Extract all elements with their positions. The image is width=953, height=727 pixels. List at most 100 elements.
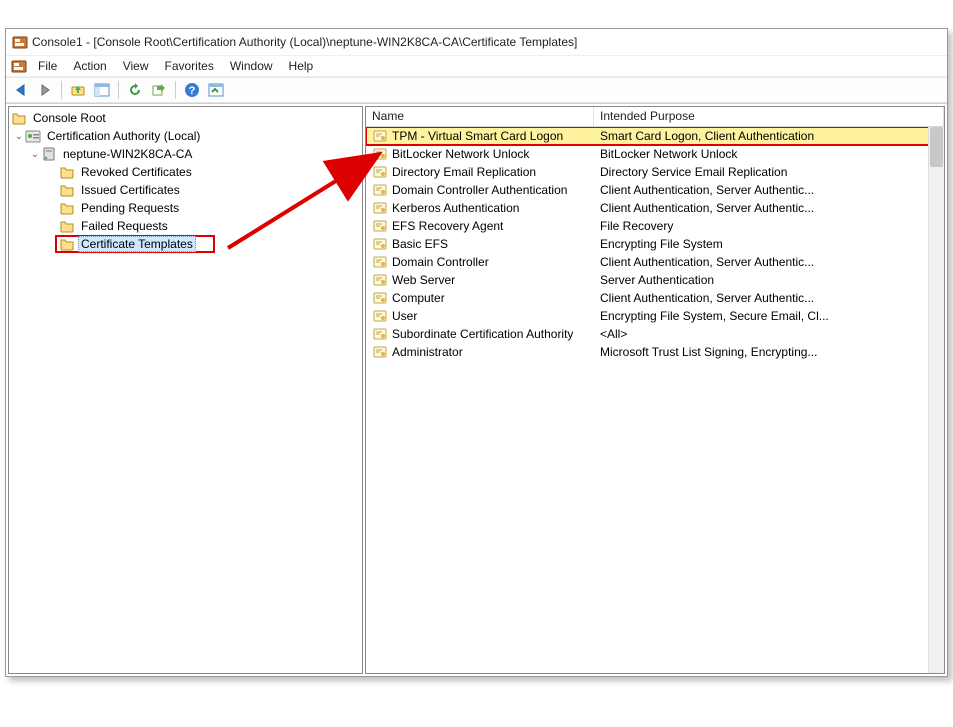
certificate-template-icon [372,218,388,234]
template-name: Administrator [392,345,463,359]
toolbar-separator [175,81,176,99]
tree-node-certificate-templates[interactable]: Certificate Templates [55,235,215,253]
certificate-template-icon [372,272,388,288]
folder-icon [59,164,75,180]
export-list-button[interactable] [148,79,170,101]
tree-node-pending[interactable]: Pending Requests [11,199,362,217]
toolbar-separator [61,81,62,99]
titlebar: Console1 - [Console Root\Certification A… [6,29,947,55]
help-button[interactable] [181,79,203,101]
back-button[interactable] [10,79,32,101]
list-row[interactable]: Domain ControllerClient Authentication, … [366,253,944,271]
template-purpose: BitLocker Network Unlock [594,147,944,161]
show-hide-action-pane-button[interactable] [205,79,227,101]
list-row[interactable]: EFS Recovery AgentFile Recovery [366,217,944,235]
template-name: Web Server [392,273,455,287]
forward-button[interactable] [34,79,56,101]
panel-icon [94,82,110,98]
vertical-scrollbar[interactable] [928,127,944,673]
menu-favorites[interactable]: Favorites [157,57,222,75]
menu-action[interactable]: Action [65,57,114,75]
column-header-purpose[interactable]: Intended Purpose [594,107,944,126]
template-name: Basic EFS [392,237,448,251]
scrollbar-thumb[interactable] [930,127,943,167]
tree-pane[interactable]: Console Root ⌄ Certification Authority (… [8,106,363,674]
template-purpose: Client Authentication, Server Authentic.… [594,291,944,305]
list-row[interactable]: Basic EFS Encrypting File System [366,235,944,253]
expander-icon[interactable]: ⌄ [29,148,41,160]
template-purpose: Directory Service Email Replication [594,165,944,179]
list-row[interactable]: Domain Controller Authentication Client A… [366,181,944,199]
certificate-template-icon [372,182,388,198]
tree-node-failed[interactable]: Failed Requests [11,217,362,235]
tree-node-server[interactable]: ⌄ neptune-WIN2K8CA-CA [11,145,362,163]
export-icon [151,82,167,98]
list-row[interactable]: Directory Email Replication Directory Ser… [366,163,944,181]
template-purpose: File Recovery [594,219,944,233]
list-row[interactable]: Computer Client Authentication, Server Au… [366,289,944,307]
template-purpose: Client Authentication, Server Authentic.… [594,183,944,197]
template-name: Directory Email Replication [392,165,536,179]
template-name: Computer [392,291,445,305]
certificate-template-icon [372,254,388,270]
arrow-right-icon [37,82,53,98]
template-purpose: Encrypting File System [594,237,944,251]
mmc-icon [11,58,27,74]
list-row[interactable]: Web Server Server Authentication [366,271,944,289]
tree-node-revoked[interactable]: Revoked Certificates [11,163,362,181]
tree-node-issued[interactable]: Issued Certificates [11,181,362,199]
certificate-template-icon [372,146,388,162]
list-header: Name Intended Purpose [366,107,944,127]
content-area: Console Root ⌄ Certification Authority (… [6,103,947,676]
template-name: Kerberos Authentication [392,201,519,215]
arrow-left-icon [13,82,29,98]
tree-node-ca-local[interactable]: ⌄ Certification Authority (Local) [11,127,362,145]
template-name: Subordinate Certification Authority [392,327,573,341]
certificate-template-icon [372,290,388,306]
menu-view[interactable]: View [115,57,157,75]
folder-icon [59,182,75,198]
certificate-template-icon [372,236,388,252]
toolbar [6,77,947,103]
folder-icon [59,200,75,216]
mmc-window: Console1 - [Console Root\Certification A… [5,28,948,677]
template-name: TPM - Virtual Smart Card Logon [392,129,563,143]
show-hide-icon [208,82,224,98]
refresh-icon [127,82,143,98]
column-header-name[interactable]: Name [366,107,594,126]
expander-icon[interactable]: ⌄ [13,130,25,142]
window-title: Console1 - [Console Root\Certification A… [32,35,577,49]
menu-window[interactable]: Window [222,57,281,75]
template-name: BitLocker Network Unlock [392,147,529,161]
list-row[interactable]: TPM - Virtual Smart Card Logon Smart Card… [366,127,944,145]
list-row[interactable]: Subordinate Certification Authority <All> [366,325,944,343]
certificate-template-icon [372,326,388,342]
tree-node-console-root[interactable]: Console Root [11,109,362,127]
certificate-template-icon [372,308,388,324]
template-name: Domain Controller [392,255,489,269]
refresh-button[interactable] [124,79,146,101]
show-hide-tree-button[interactable] [91,79,113,101]
certificate-template-icon [372,128,388,144]
server-icon [41,146,57,162]
template-purpose: Microsoft Trust List Signing, Encrypting… [594,345,944,359]
list-row[interactable]: UserEncrypting File System, Secure Email… [366,307,944,325]
mmc-icon [12,34,28,50]
certificate-template-icon [372,164,388,180]
template-purpose: Smart Card Logon, Client Authentication [594,129,944,143]
folder-icon [59,218,75,234]
up-button[interactable] [67,79,89,101]
template-name: Domain Controller Authentication [392,183,567,197]
template-purpose: <All> [594,327,944,341]
menu-file[interactable]: File [30,57,65,75]
list-row[interactable]: Kerberos Authentication Client Authentica… [366,199,944,217]
folder-up-icon [70,82,86,98]
list-row[interactable]: BitLocker Network Unlock BitLocker Networ… [366,145,944,163]
menu-help[interactable]: Help [281,57,322,75]
template-purpose: Server Authentication [594,273,944,287]
list-row[interactable]: Administrator Microsoft Trust List Signin… [366,343,944,361]
template-purpose: Client Authentication, Server Authentic.… [594,201,944,215]
ca-icon [25,128,41,144]
list-pane: Name Intended Purpose TPM - Virtual Smar… [365,106,945,674]
list-body[interactable]: TPM - Virtual Smart Card Logon Smart Card… [366,127,944,673]
